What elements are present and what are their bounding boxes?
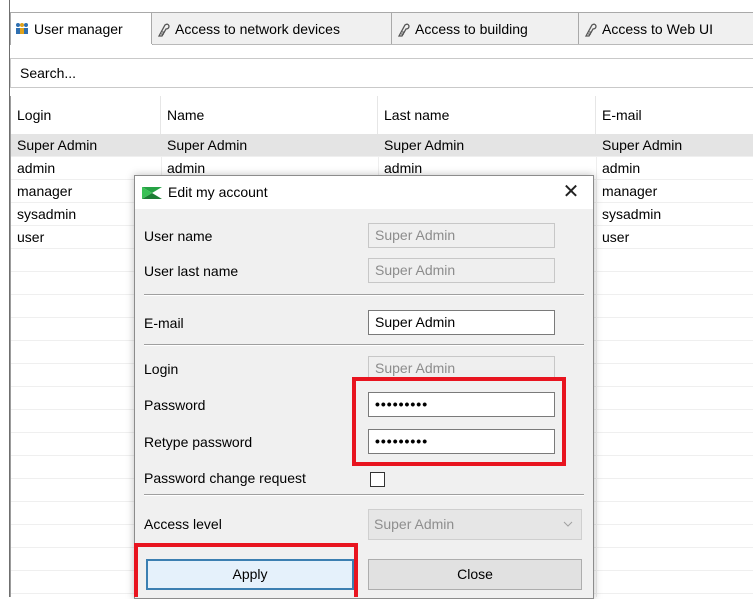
tab-access-web-ui[interactable]: Access to Web UI	[578, 12, 753, 44]
divider	[144, 294, 584, 296]
table-cell: Super Admin	[384, 137, 465, 153]
divider	[144, 344, 584, 346]
app-logo-icon	[141, 184, 163, 202]
table-header: Login Name Last name E-mail	[11, 96, 753, 134]
access-icon	[396, 22, 410, 37]
window-left-edge	[0, 0, 10, 597]
password-change-request-checkbox[interactable]	[370, 472, 385, 487]
tab-access-building[interactable]: Access to building	[391, 12, 580, 44]
dialog-titlebar: Edit my account ✕	[135, 176, 593, 209]
table-cell: admin	[602, 160, 641, 176]
access-level-select: Super Admin	[368, 509, 582, 540]
user-last-name-label: User last name	[144, 263, 239, 279]
email-label: E-mail	[144, 315, 184, 331]
tab-bar: User manager Access to network devices A…	[10, 12, 753, 45]
column-header-email[interactable]: E-mail	[596, 96, 753, 134]
search-box	[10, 58, 753, 88]
user-name-label: User name	[144, 228, 213, 244]
table-cell: user	[602, 229, 630, 245]
tab-label: Access to network devices	[175, 20, 340, 37]
table-cell: Super Admin	[167, 137, 248, 153]
tab-user-manager[interactable]: User manager	[10, 12, 153, 45]
user-name-field: Super Admin	[368, 223, 555, 248]
retype-password-label: Retype password	[144, 434, 253, 450]
table-cell: sysadmin	[602, 206, 662, 222]
search-input[interactable]	[11, 59, 753, 87]
table-cell: manager	[602, 183, 658, 199]
tab-label: Access to building	[415, 20, 528, 37]
user-last-name-field: Super Admin	[368, 258, 555, 283]
users-icon	[15, 22, 29, 36]
column-header-name[interactable]: Name	[161, 96, 378, 134]
access-icon	[156, 22, 170, 37]
retype-password-field[interactable]: •••••••••	[368, 429, 555, 454]
password-change-request-label: Password change request	[144, 470, 306, 486]
apply-button[interactable]: Apply	[146, 559, 354, 590]
password-label: Password	[144, 397, 206, 413]
access-icon	[583, 22, 597, 37]
password-field[interactable]: •••••••••	[368, 392, 555, 417]
table-cell: Super Admin	[602, 137, 683, 153]
close-button[interactable]: Close	[368, 559, 582, 590]
chevron-down-icon	[563, 510, 573, 551]
login-label: Login	[144, 361, 179, 377]
dialog-title: Edit my account	[168, 184, 268, 200]
close-icon[interactable]: ✕	[559, 181, 583, 203]
tab-access-network-devices[interactable]: Access to network devices	[151, 12, 393, 44]
table-cell: Super Admin	[17, 137, 98, 153]
column-header-login[interactable]: Login	[11, 96, 161, 134]
access-level-value: Super Admin	[374, 516, 455, 532]
email-field[interactable]: Super Admin	[368, 310, 555, 335]
login-field: Super Admin	[368, 356, 555, 381]
column-header-last-name[interactable]: Last name	[378, 96, 596, 134]
tab-label: Access to Web UI	[602, 20, 714, 37]
access-level-label: Access level	[144, 516, 222, 532]
table-row[interactable]: Super Admin Super Admin Super Admin Super A…	[11, 134, 753, 157]
edit-account-dialog: Edit my account ✕ User name Super Admin …	[134, 175, 594, 599]
divider	[144, 494, 584, 496]
tab-label: User manager	[34, 21, 123, 37]
